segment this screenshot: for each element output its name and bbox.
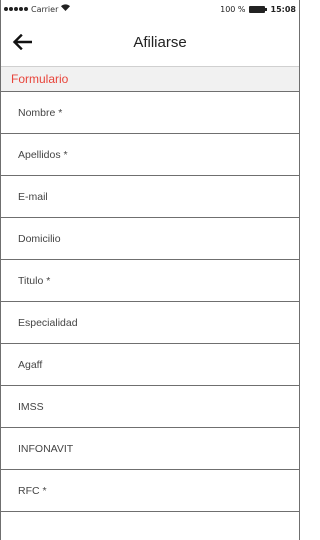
section-title: Formulario [11, 72, 69, 86]
phone-screen: Carrier 100 % 15:08 Afiliarse Formulario… [0, 0, 300, 540]
field-label: E-mail [18, 190, 48, 203]
field-label: IMSS [18, 400, 44, 413]
field-label: Domicilio [18, 232, 61, 245]
clock-time: 15:08 [270, 4, 296, 14]
field-label: INFONAVIT [18, 442, 74, 455]
page-title: Afiliarse [133, 33, 187, 51]
carrier-name: Carrier [31, 4, 59, 14]
field-label: Especialidad [18, 316, 78, 329]
rfc-field[interactable]: RFC * [1, 470, 299, 512]
navigation-bar: Afiliarse [1, 18, 299, 66]
field-label: Nombre * [18, 106, 63, 119]
domicilio-field[interactable]: Domicilio [1, 218, 299, 260]
battery-icon [248, 5, 267, 13]
blank-field[interactable] [1, 512, 299, 540]
wifi-icon [61, 4, 71, 14]
agaff-field[interactable]: Agaff [1, 344, 299, 386]
form-field-list: Nombre * Apellidos * E-mail Domicilio Ti… [1, 92, 299, 540]
imss-field[interactable]: IMSS [1, 386, 299, 428]
back-button[interactable] [11, 32, 33, 52]
infonavit-field[interactable]: INFONAVIT [1, 428, 299, 470]
titulo-field[interactable]: Titulo * [1, 260, 299, 302]
form-section-header: Formulario [1, 66, 299, 92]
field-label: Titulo * [18, 274, 51, 287]
status-bar: Carrier 100 % 15:08 [1, 0, 299, 18]
especialidad-field[interactable]: Especialidad [1, 302, 299, 344]
field-label: Apellidos * [18, 148, 68, 161]
status-right-group: 100 % 15:08 [220, 5, 296, 14]
field-label: Agaff [18, 358, 43, 371]
arrow-left-icon [12, 34, 32, 50]
field-label: RFC * [18, 484, 47, 497]
battery-percentage: 100 % [220, 4, 246, 14]
nombre-field[interactable]: Nombre * [1, 92, 299, 134]
signal-strength-icon [4, 7, 28, 11]
email-field[interactable]: E-mail [1, 176, 299, 218]
apellidos-field[interactable]: Apellidos * [1, 134, 299, 176]
